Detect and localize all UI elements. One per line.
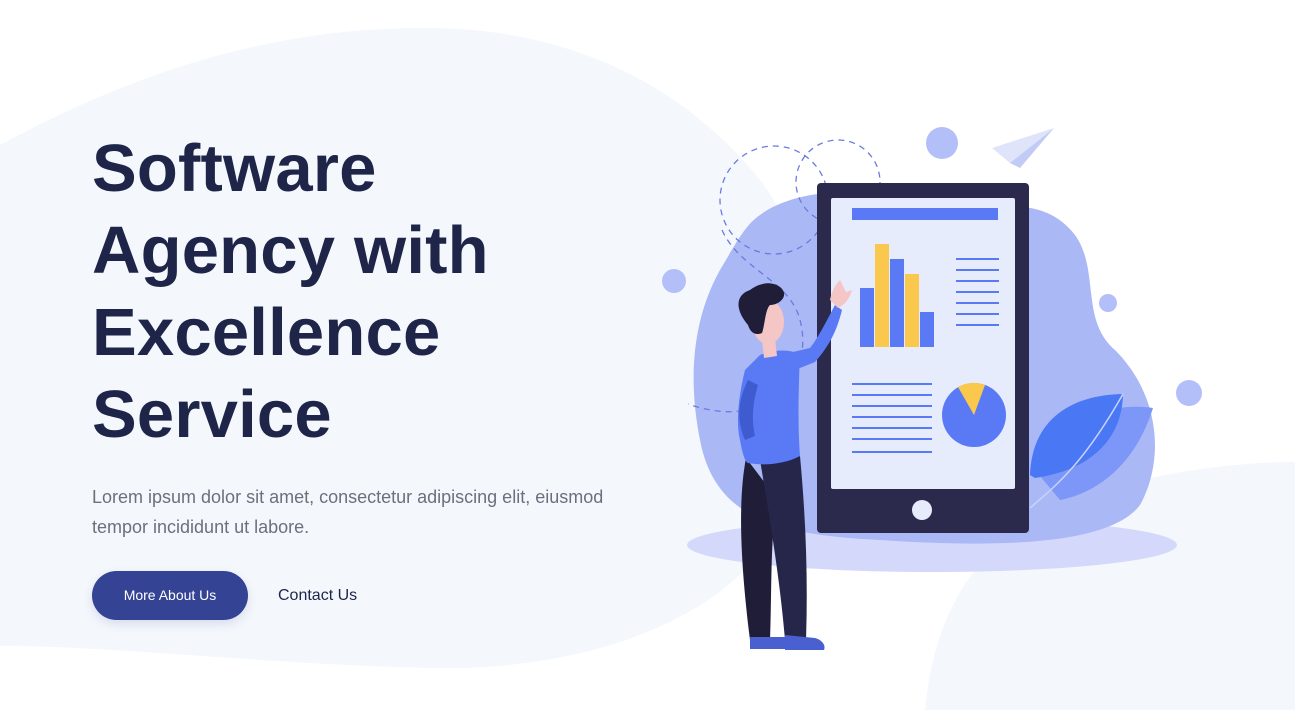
hero-title-line: Agency with <box>92 213 489 288</box>
hero-description-line: Lorem ipsum dolor sit amet, consectetur … <box>92 487 604 507</box>
pie-chart-icon <box>942 382 1006 447</box>
more-about-us-button[interactable]: More About Us <box>92 571 248 620</box>
decor-circle <box>1176 380 1202 406</box>
decor-circle <box>1099 294 1117 312</box>
contact-us-link[interactable]: Contact Us <box>278 587 357 605</box>
paper-plane-icon <box>992 128 1054 168</box>
hero-title-line: Service <box>92 377 332 452</box>
cta-row: More About Us Contact Us <box>92 571 357 620</box>
screen-header-bar <box>852 208 998 220</box>
hero-title: Software Agency with Excellence Service <box>92 128 652 456</box>
decor-circle <box>926 127 958 159</box>
hero-text-block: Software Agency with Excellence Service … <box>92 128 652 542</box>
phone-home-button <box>912 500 932 520</box>
hero-description-line: tempor incididunt ut labore. <box>92 517 310 537</box>
decor-circle <box>662 269 686 293</box>
hero-title-line: Software <box>92 131 377 206</box>
hero-description: Lorem ipsum dolor sit amet, consectetur … <box>92 482 622 542</box>
hero-title-line: Excellence <box>92 295 441 370</box>
phone-device <box>817 183 1029 533</box>
